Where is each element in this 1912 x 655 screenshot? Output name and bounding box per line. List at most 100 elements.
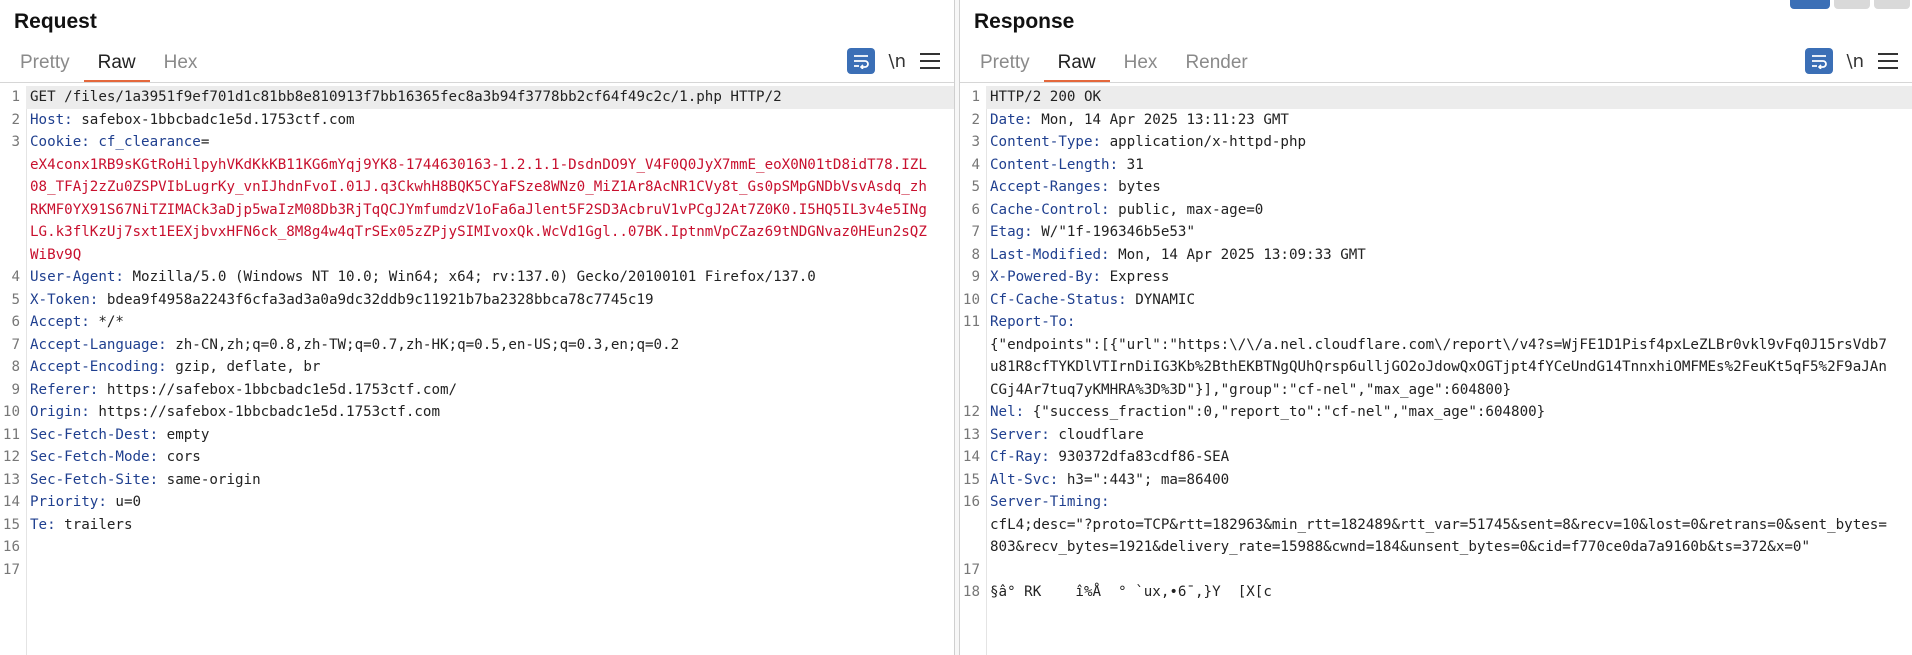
- editor-line: 18 §â° RK î%Å ° `ux,•6¯,}Y [X[c: [960, 581, 1912, 604]
- editor-line: 12 Sec-Fetch-Mode: cors: [0, 446, 954, 469]
- editor-line: 8 Last-Modified: Mon, 14 Apr 2025 13:09:3…: [960, 244, 1912, 267]
- editor-line: 1 HTTP/2 200 OK: [960, 86, 1912, 109]
- line-text: Report-To: {"endpoints":[{"url":"https:\…: [986, 311, 1912, 401]
- layout-view-button[interactable]: [1790, 0, 1830, 9]
- header-value: https://safebox-1bbcbadc1e5d.1753ctf.com…: [98, 381, 458, 398]
- layout-view-button[interactable]: [1834, 0, 1870, 9]
- line-number: 7: [11, 336, 20, 353]
- header-value: same-origin: [158, 471, 261, 488]
- header-value: Mozilla/5.0 (Windows NT 10.0; Win64; x64…: [123, 269, 816, 285]
- line-text: Cache-Control: public, max-age=0: [986, 199, 1912, 222]
- editor-line: 13 Sec-Fetch-Site: same-origin: [0, 469, 954, 492]
- line-text: Server: cloudflare: [986, 424, 1912, 447]
- header-name: Te:: [30, 516, 56, 533]
- editor-line: 15 Te: trailers: [0, 514, 954, 537]
- line-text: GET /files/1a3951f9ef701d1c81bb8e810913f…: [26, 86, 954, 109]
- tab-hex[interactable]: Hex: [1110, 46, 1172, 82]
- editor-line: 10 Origin: https://safebox-1bbcbadc1e5d.1…: [0, 401, 954, 424]
- request-lines: 1 GET /files/1a3951f9ef701d1c81bb8e810913…: [0, 86, 954, 581]
- request-title: Request: [14, 10, 97, 33]
- header-value: bytes: [1109, 179, 1161, 195]
- editor-line: 4 User-Agent: Mozilla/5.0 (Windows NT 10.…: [0, 266, 954, 289]
- header-value: h3=":443"; ma=86400: [1058, 471, 1230, 488]
- header-name: Accept-Language:: [30, 336, 167, 353]
- line-text: Cf-Cache-Status: DYNAMIC: [986, 289, 1912, 312]
- cookie-equals: =: [200, 134, 210, 150]
- line-number: 5: [971, 179, 980, 195]
- line-text: Priority: u=0: [26, 491, 954, 514]
- layout-view-button[interactable]: [1874, 0, 1910, 9]
- header-value: {"endpoints":[{"url":"https:\/\/a.nel.cl…: [990, 336, 1887, 398]
- editor-line: 2 Date: Mon, 14 Apr 2025 13:11:23 GMT: [960, 109, 1912, 132]
- tab-pretty[interactable]: Pretty: [6, 46, 84, 82]
- response-tabs: Pretty Raw Hex Render: [966, 46, 1262, 83]
- editor-line: 6 Cache-Control: public, max-age=0: [960, 199, 1912, 222]
- header-name: Etag:: [990, 224, 1033, 240]
- line-text: Host: safebox-1bbcbadc1e5d.1753ctf.com: [26, 109, 954, 132]
- tab-pretty[interactable]: Pretty: [966, 46, 1044, 82]
- header-name: Server-Timing:: [990, 494, 1110, 510]
- line-number: 12: [2, 449, 20, 465]
- header-value: W/"1f-196346b5e53": [1032, 224, 1196, 240]
- line-number: 12: [962, 404, 980, 420]
- request-editor[interactable]: 1 GET /files/1a3951f9ef701d1c81bb8e810913…: [0, 86, 954, 655]
- line-text: Cookie: cf_clearance= eX4conx1RB9sKGtRoHi…: [26, 131, 954, 266]
- editor-line: 10 Cf-Cache-Status: DYNAMIC: [960, 289, 1912, 312]
- line-text: Sec-Fetch-Dest: empty: [26, 424, 954, 447]
- tab-divider: [960, 82, 1912, 83]
- tab-raw[interactable]: Raw: [1043, 46, 1110, 83]
- editor-line: 8 Accept-Encoding: gzip, deflate, br: [0, 356, 954, 379]
- line-number: 16: [962, 494, 980, 510]
- line-text: Server-Timing: cfL4;desc="?proto=TCP&rtt…: [986, 491, 1912, 559]
- tab-render[interactable]: Render: [1171, 46, 1261, 82]
- line-number: 15: [962, 471, 980, 488]
- line-number: 9: [971, 269, 980, 285]
- header-name: Last-Modified:: [990, 246, 1110, 263]
- line-text: X-Token: bdea9f4958a2243f6cfa3ad3a0a9dc3…: [26, 289, 954, 312]
- header-name: Origin:: [30, 404, 90, 420]
- hamburger-menu-icon[interactable]: [1878, 53, 1898, 69]
- editor-line: 7 Etag: W/"1f-196346b5e53": [960, 221, 1912, 244]
- line-number: 8: [971, 246, 980, 263]
- line-number: 16: [2, 539, 20, 555]
- editor-line: 13 Server: cloudflare: [960, 424, 1912, 447]
- hamburger-menu-icon[interactable]: [920, 53, 940, 69]
- header-name: Date:: [990, 111, 1033, 128]
- response-editor[interactable]: 1 HTTP/2 200 OK 2 Date: Mon, 14 Apr 2025 13…: [960, 86, 1912, 655]
- header-name: Referer:: [30, 381, 99, 398]
- editor-line: 17: [0, 559, 954, 582]
- editor-line: 2 Host: safebox-1bbcbadc1e5d.1753ctf.com: [0, 109, 954, 132]
- wrap-lines-icon[interactable]: [1804, 48, 1833, 74]
- header-value: Mon, 14 Apr 2025 13:11:23 GMT: [1032, 111, 1289, 128]
- editor-line: 9 Referer: https://safebox-1bbcbadc1e5d.1…: [0, 379, 954, 402]
- line-number: 2: [11, 111, 20, 128]
- line-text: Content-Length: 31: [986, 154, 1912, 177]
- line-text: Sec-Fetch-Mode: cors: [26, 446, 954, 469]
- header-name: Accept-Encoding:: [30, 359, 167, 375]
- tab-raw[interactable]: Raw: [83, 46, 150, 83]
- response-toolbar: \n: [1804, 48, 1898, 74]
- header-value: zh-CN,zh;q=0.8,zh-TW;q=0.7,zh-HK;q=0.5,e…: [166, 336, 680, 353]
- wrap-lines-icon[interactable]: [846, 48, 875, 74]
- line-number: 17: [962, 561, 980, 578]
- editor-line: 7 Accept-Language: zh-CN,zh;q=0.8,zh-TW;q…: [0, 334, 954, 357]
- line-text: Last-Modified: Mon, 14 Apr 2025 13:09:33…: [986, 244, 1912, 267]
- header-name: Server:: [990, 426, 1050, 443]
- line-text: Accept-Language: zh-CN,zh;q=0.8,zh-TW;q=…: [26, 334, 954, 357]
- line-number: 5: [11, 291, 20, 308]
- header-name: Sec-Fetch-Dest:: [30, 426, 159, 443]
- line-number: 14: [962, 449, 980, 465]
- tab-hex[interactable]: Hex: [150, 46, 212, 82]
- header-name: Priority:: [30, 494, 107, 510]
- header-value: empty: [158, 426, 210, 443]
- line-text: HTTP/2 200 OK: [986, 86, 1912, 109]
- line-text: Origin: https://safebox-1bbcbadc1e5d.175…: [26, 401, 954, 424]
- editor-line: 16 Server-Timing: cfL4;desc="?proto=TCP&r…: [960, 491, 1912, 559]
- line-text: Te: trailers: [26, 514, 954, 537]
- line-text: Etag: W/"1f-196346b5e53": [986, 221, 1912, 244]
- editor-line: 17: [960, 559, 1912, 582]
- newline-toggle-icon[interactable]: \n: [1847, 51, 1864, 72]
- newline-toggle-icon[interactable]: \n: [889, 51, 906, 72]
- header-name: X-Token:: [30, 291, 99, 308]
- line-number: 2: [971, 111, 980, 128]
